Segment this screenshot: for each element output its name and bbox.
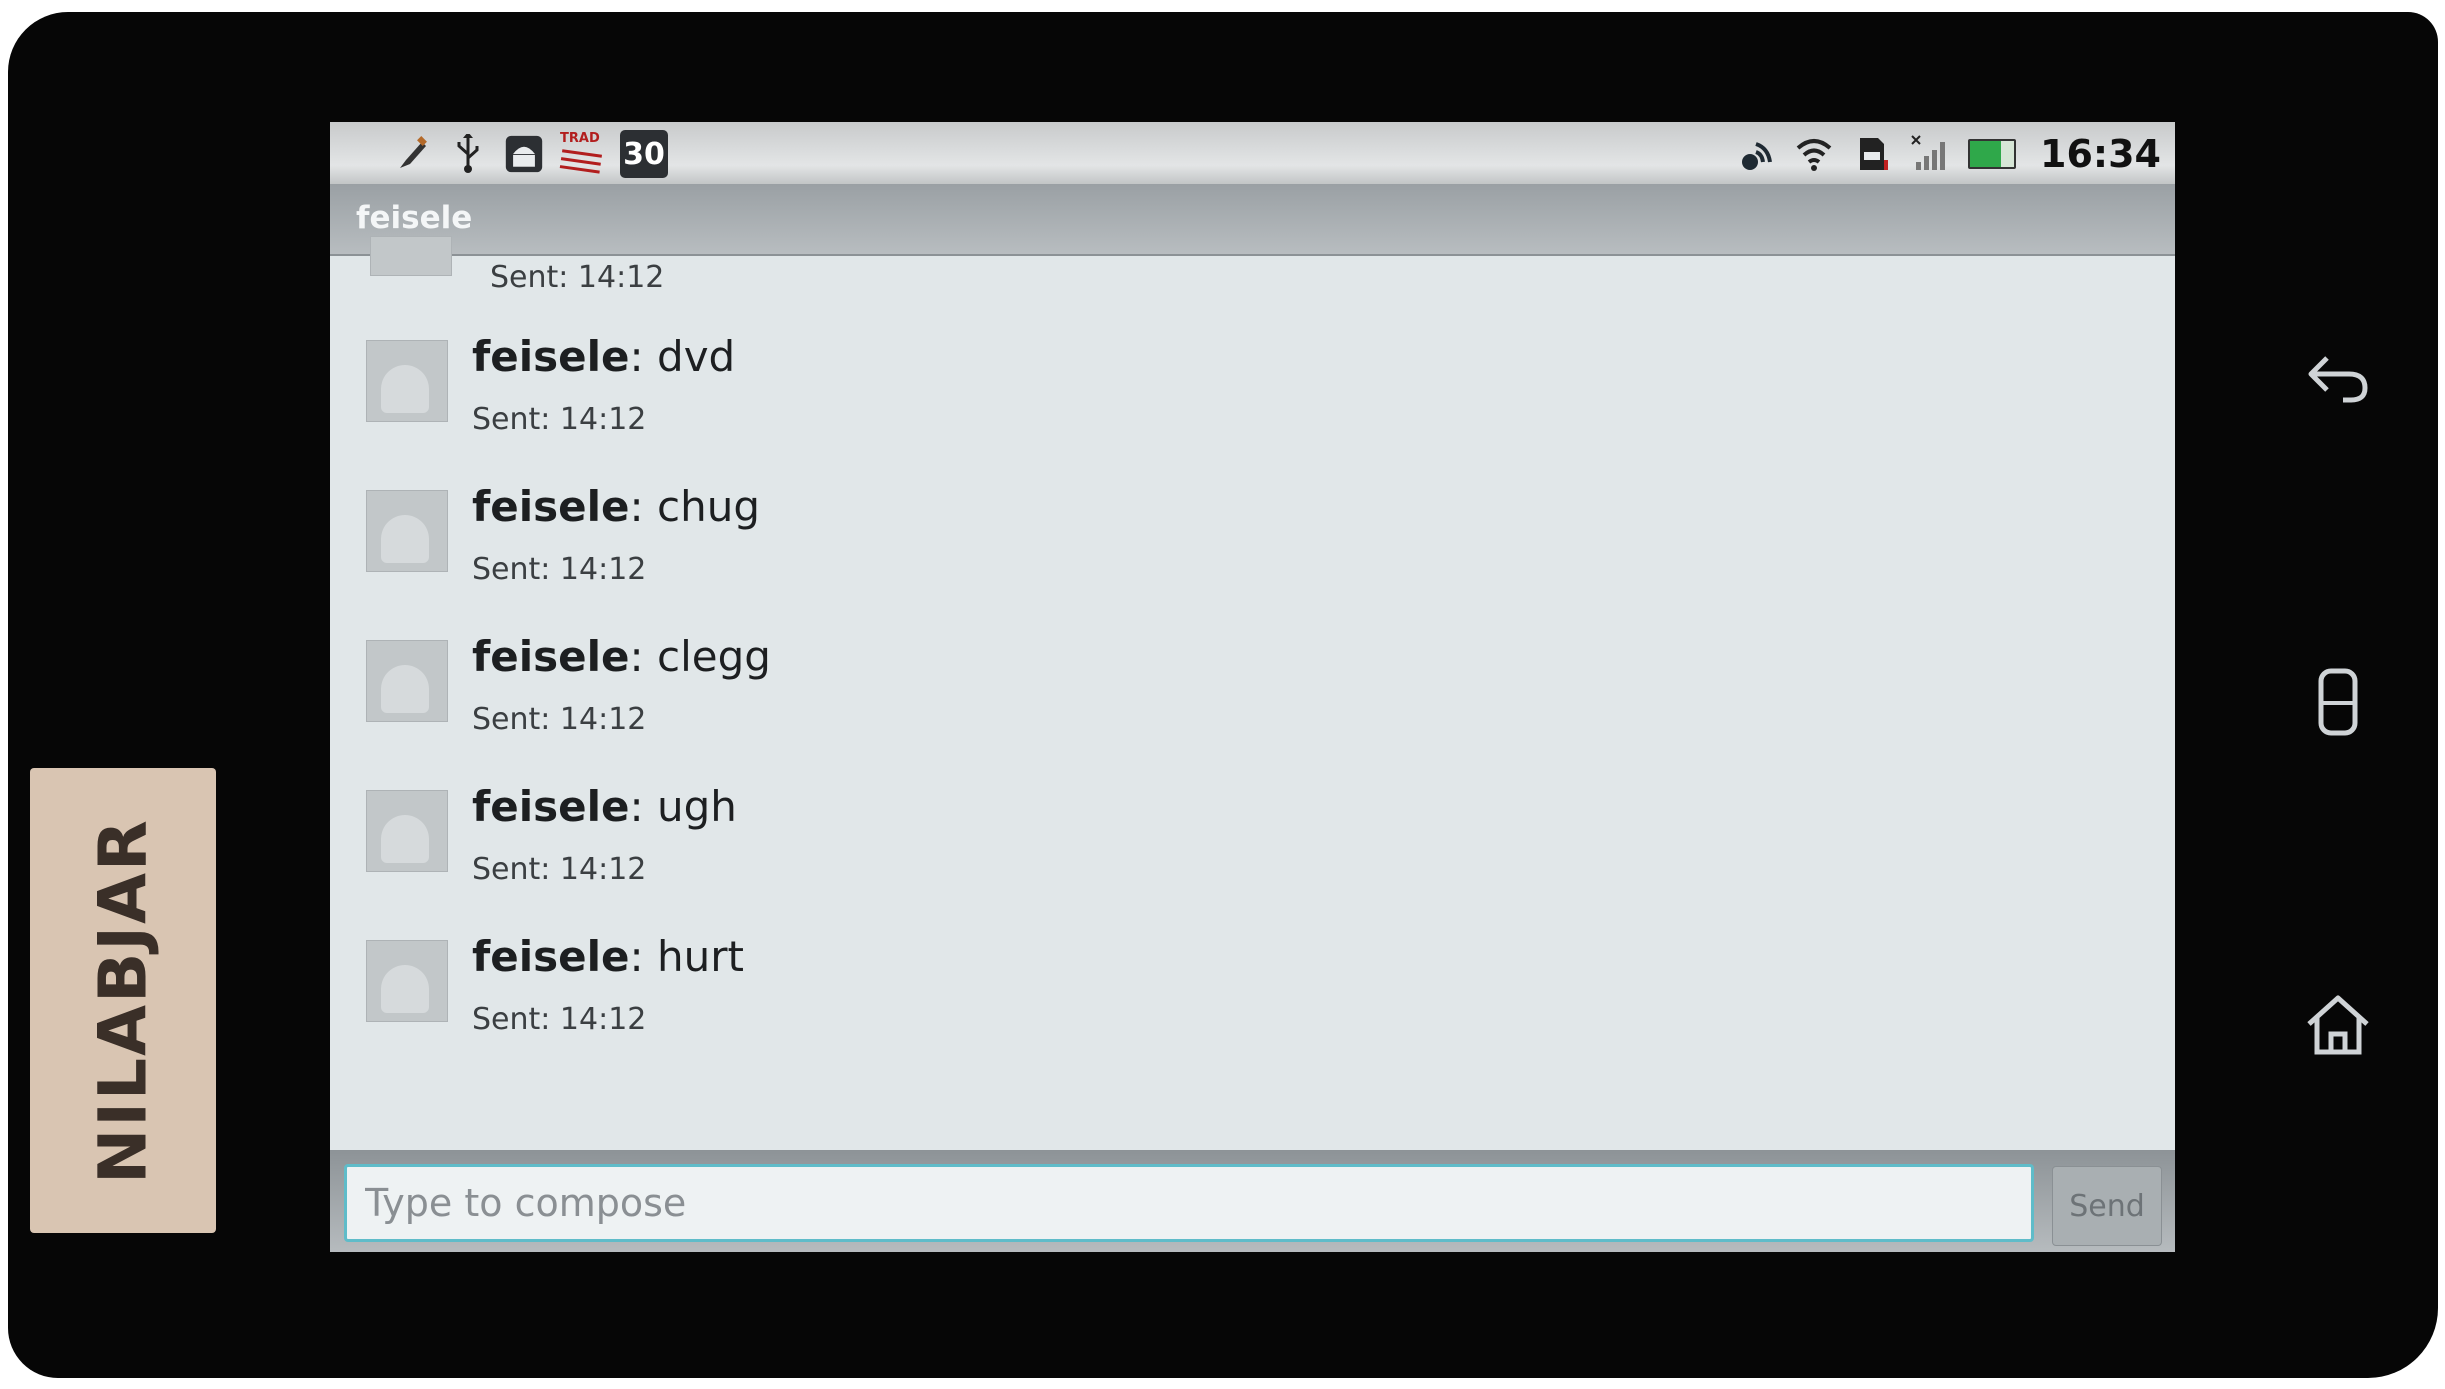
home-icon[interactable] — [2298, 985, 2378, 1065]
send-button[interactable]: Send — [2052, 1166, 2162, 1246]
notification-count-badge: 30 — [620, 130, 668, 178]
status-clock: 16:34 — [2040, 132, 2161, 176]
sticker-label: NILABJAR — [84, 817, 162, 1184]
name-sticker: NILABJAR — [30, 768, 216, 1233]
sd-card-icon — [1852, 134, 1892, 174]
message-sender: feisele — [472, 332, 630, 381]
conversation-title-bar: feisele — [330, 184, 2175, 256]
pen-icon — [392, 134, 432, 174]
message-text: : hurt — [629, 932, 745, 981]
trad-icon: TRAD — [560, 132, 604, 176]
message-sent-time: Sent: 14:12 — [472, 852, 647, 887]
partial-message: Sent: 14:12 — [330, 236, 930, 306]
message-sent-time: Sent: 14:12 — [472, 552, 647, 587]
message-text: : chug — [629, 482, 761, 531]
android-icon — [504, 134, 544, 174]
usb-icon — [448, 134, 488, 174]
message-sender: feisele — [472, 482, 630, 531]
message-text: : dvd — [629, 332, 736, 381]
message-sent-time: Sent: 14:12 — [472, 402, 647, 437]
conversation-title: feisele — [356, 200, 473, 236]
menu-icon[interactable] — [2298, 662, 2378, 742]
message-text: : ugh — [629, 782, 737, 831]
avatar — [366, 490, 448, 572]
status-bar: TRAD 30 16:34 — [330, 122, 2175, 184]
compose-bar: Send — [330, 1150, 2175, 1252]
battery-icon — [1968, 139, 2017, 169]
message-text: : clegg — [629, 632, 771, 681]
avatar — [370, 236, 452, 276]
avatar — [366, 940, 448, 1022]
message-sent-time: Sent: 14:12 — [490, 260, 665, 295]
message-sender: feisele — [472, 632, 630, 681]
message-sender: feisele — [472, 932, 630, 981]
message-list[interactable]: Sent: 14:12 feisele: dvd Sent: 14:12 fei… — [330, 236, 2175, 1206]
message-sender: feisele — [472, 782, 630, 831]
avatar — [366, 790, 448, 872]
wifi-icon — [1794, 134, 1834, 174]
sync-icon — [1736, 134, 1776, 174]
avatar — [366, 640, 448, 722]
compose-input[interactable] — [344, 1164, 2034, 1242]
message-sent-time: Sent: 14:12 — [472, 1002, 647, 1037]
avatar — [366, 340, 448, 422]
signal-icon — [1910, 134, 1950, 174]
phone-screen: TRAD 30 16:34 feisele Sent: 14:12 feisel… — [330, 122, 2175, 1252]
message-sent-time: Sent: 14:12 — [472, 702, 647, 737]
back-icon[interactable] — [2298, 338, 2378, 418]
